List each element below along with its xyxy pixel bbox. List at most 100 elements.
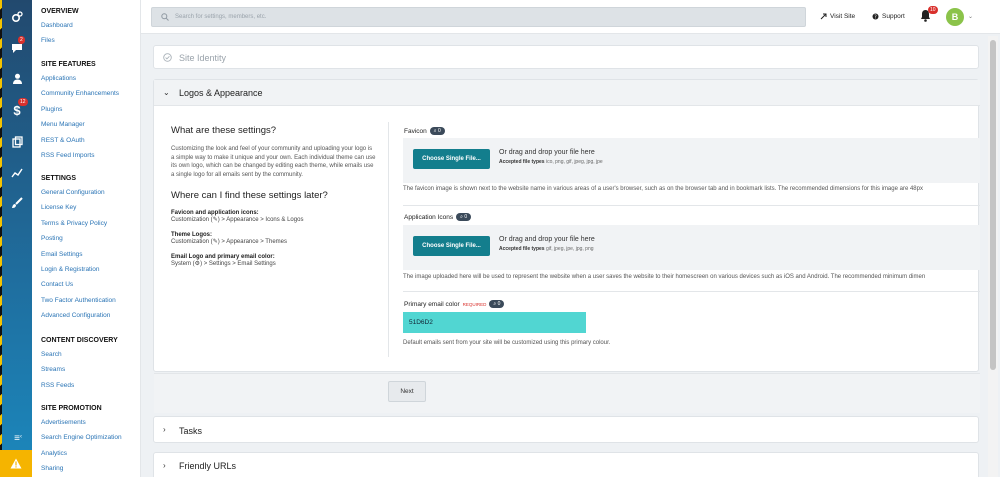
sidebar-item[interactable]: Terms & Privacy Policy: [41, 220, 107, 227]
logos-appearance-panel: ⌄ Logos & Appearance What are these sett…: [153, 79, 980, 413]
question-icon: ?: [872, 13, 879, 20]
badge-count: 0: [464, 214, 468, 220]
tasks-title: Tasks: [179, 426, 203, 436]
copy-icon[interactable]: [2, 127, 32, 157]
badge-count: 0: [497, 301, 501, 307]
sidebar-item[interactable]: Search Engine Optimization: [41, 434, 122, 441]
chart-icon[interactable]: [2, 158, 32, 188]
search-input[interactable]: Search for settings, members, etc.: [151, 7, 806, 27]
search-icon: [161, 13, 169, 21]
sidebar-item[interactable]: Community Enhancements: [41, 90, 119, 97]
site-identity-panel[interactable]: Site Identity: [153, 45, 979, 69]
drop-text: Or drag and drop your file here: [499, 236, 595, 243]
chevron-down-icon[interactable]: ⌄: [968, 13, 973, 20]
search-badge[interactable]: ⌕ 0: [429, 127, 445, 135]
notification-badge: 10: [928, 6, 938, 14]
choose-file-button[interactable]: Choose Single File...: [413, 236, 490, 256]
check-circle-icon: [163, 53, 172, 62]
search-badge[interactable]: ⌕ 0: [456, 213, 472, 221]
sidebar-item[interactable]: RSS Feed Imports: [41, 152, 94, 159]
sidebar-section-title: SITE PROMOTION: [41, 405, 102, 412]
path-prefix: Customization (: [171, 239, 213, 245]
email-color-label-text: Primary email color: [404, 300, 460, 308]
sidebar-item[interactable]: Advanced Configuration: [41, 312, 110, 319]
scrollbar[interactable]: [988, 36, 998, 477]
icon-bar-inner: 2 $ 12 ≡: [0, 0, 32, 477]
help-title-2: Where can I find these settings later?: [171, 190, 328, 201]
path-suffix: ) > Settings > Email Settings: [200, 261, 276, 267]
sidebar-item[interactable]: Contact Us: [41, 281, 73, 288]
sidebar-item[interactable]: Search: [41, 351, 62, 358]
sidebar-item[interactable]: RSS Feeds: [41, 382, 74, 389]
types-value: ico, png, gif, jpeg, jpg, jpe: [545, 159, 603, 165]
cogs-icon[interactable]: [2, 2, 32, 32]
app-icons-label-text: Application Icons: [404, 213, 454, 221]
sidebar-item[interactable]: Analytics: [41, 450, 67, 457]
next-button[interactable]: Next: [388, 381, 426, 402]
app-icons-dropzone[interactable]: Choose Single File... Or drag and drop y…: [403, 225, 980, 270]
menu-icon[interactable]: ≡: [2, 428, 32, 448]
choose-file-button[interactable]: Choose Single File...: [413, 149, 490, 169]
chat-icon[interactable]: 2: [2, 33, 32, 63]
dollar-icon[interactable]: $ 12: [2, 95, 32, 125]
support-link[interactable]: ? Support: [872, 13, 905, 20]
visit-site-label: Visit Site: [830, 13, 856, 20]
chat-badge: 2: [18, 36, 25, 44]
brush-icon[interactable]: [2, 188, 32, 218]
email-color-label: Primary email color REQUIRED ⌕ 0: [404, 300, 505, 308]
sidebar-item[interactable]: Dashboard: [41, 22, 73, 29]
path-suffix: ) > Appearance > Icons & Logos: [217, 217, 304, 223]
sidebar-item[interactable]: Email Settings: [41, 251, 83, 258]
left-icon-bar: 2 $ 12 ≡: [0, 0, 32, 477]
warning-icon[interactable]: [0, 450, 32, 477]
sidebar-item[interactable]: Menu Manager: [41, 121, 85, 128]
favicon-label-text: Favicon: [404, 127, 427, 135]
sidebar-item[interactable]: Sharing: [41, 465, 63, 472]
types-value: gif, jpeg, jpe, jpg, png: [545, 246, 594, 252]
sidebar-item[interactable]: General Configuration: [41, 189, 105, 196]
sidebar-item[interactable]: Applications: [41, 75, 76, 82]
divider: [403, 291, 980, 292]
help-section: What are these settings? Customizing the…: [171, 125, 376, 267]
chevron-down-icon: ⌄: [163, 88, 170, 97]
user-icon[interactable]: [2, 63, 32, 93]
help-body: Customizing the look and feel of your co…: [171, 146, 376, 178]
sidebar-item[interactable]: License Key: [41, 204, 76, 211]
sidebar-item[interactable]: Plugins: [41, 106, 62, 113]
sidebar-item[interactable]: Two Factor Authentication: [41, 297, 116, 304]
site-identity-title: Site Identity: [179, 53, 227, 63]
email-color-description: Default emails sent from your site will …: [403, 340, 611, 346]
friendly-urls-panel[interactable]: › Friendly URLs: [153, 452, 979, 477]
help-item-path: System (⚙) > Settings > Email Settings: [171, 260, 376, 267]
visit-site-link[interactable]: Visit Site: [820, 13, 855, 20]
sidebar-item[interactable]: Streams: [41, 366, 65, 373]
favicon-label: Favicon ⌕ 0: [404, 127, 445, 135]
sidebar-item[interactable]: Posting: [41, 235, 63, 242]
path-prefix: Customization (: [171, 217, 213, 223]
types-label: Accepted file types: [499, 159, 545, 165]
sidebar-item[interactable]: REST & OAuth: [41, 137, 85, 144]
help-title: What are these settings?: [171, 125, 277, 136]
favicon-description: The favicon image is shown next to the w…: [403, 186, 923, 192]
panel-header[interactable]: ⌄ Logos & Appearance: [154, 80, 980, 106]
external-link-icon: [820, 13, 827, 20]
scrollbar-thumb[interactable]: [990, 40, 996, 370]
email-color-input[interactable]: 51D6D2: [403, 312, 586, 333]
sidebar-item[interactable]: Advertisements: [41, 419, 86, 426]
tasks-panel[interactable]: › Tasks: [153, 416, 979, 443]
search-badge[interactable]: ⌕ 0: [489, 300, 505, 308]
sidebar-section-title: CONTENT DISCOVERY: [41, 337, 118, 344]
dollar-badge: 12: [18, 98, 28, 106]
help-item-path: Customization (✎) > Appearance > Themes: [171, 238, 376, 245]
path-prefix: System (: [171, 261, 195, 267]
friendly-urls-title: Friendly URLs: [179, 461, 237, 471]
admin-sidebar: OVERVIEW Dashboard Files SITE FEATURES Appli…: [32, 0, 141, 477]
sidebar-item[interactable]: Login & Registration: [41, 266, 100, 273]
sidebar-section-title: OVERVIEW: [41, 8, 79, 15]
chevron-right-icon: ›: [163, 425, 166, 434]
favicon-dropzone[interactable]: Choose Single File... Or drag and drop y…: [403, 138, 980, 183]
app-icons-label: Application Icons ⌕ 0: [404, 213, 472, 221]
collapse-arrow-icon[interactable]: ‹: [20, 434, 22, 440]
sidebar-item[interactable]: Files: [41, 37, 55, 44]
avatar[interactable]: B: [946, 8, 964, 26]
